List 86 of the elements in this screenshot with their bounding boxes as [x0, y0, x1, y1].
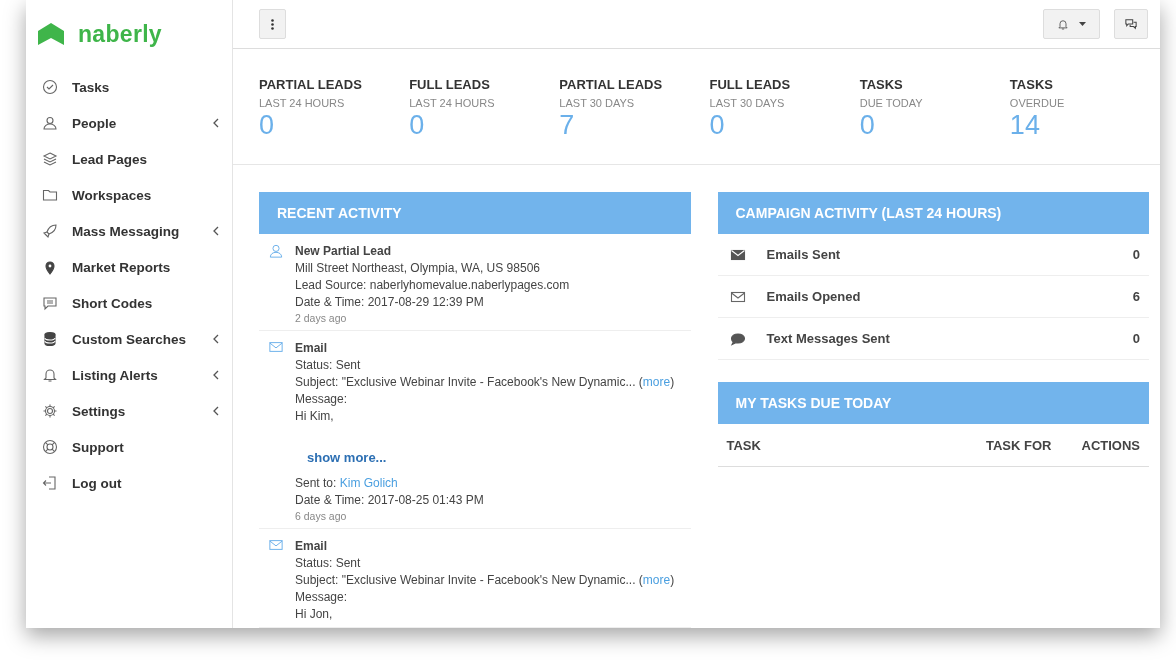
activity-text: Sent to: Kim Golich [295, 476, 399, 490]
sidebar-item[interactable]: Workspaces [26, 177, 232, 213]
activity-text: Subject: "Exclusive Webinar Invite - Facebook's New Dynamic... (more) [295, 375, 675, 389]
stat-title: PARTIAL LEADS [259, 77, 363, 92]
vertical-dots-icon [271, 18, 274, 30]
metric-value: 0 [1132, 247, 1140, 262]
panel-header: RECENT ACTIVITY [259, 192, 691, 234]
stat-subtitle: OVERDUE [1009, 97, 1066, 109]
envelope-icon [269, 341, 283, 353]
metric-value: 0 [1132, 331, 1140, 346]
activity-text: Hi Kim, [295, 409, 335, 423]
stat-subtitle: LAST 30 DAYS [709, 97, 786, 109]
speech-bubble-icon [42, 295, 58, 311]
stat-title: PARTIAL LEADS [559, 77, 664, 92]
activity-text: Lead Source: naberlyhomevalue.naberlypages.com [295, 278, 570, 292]
bell-icon [42, 367, 58, 383]
stat-subtitle: LAST 24 HOURS [409, 97, 496, 109]
person-icon [42, 115, 58, 131]
more-options-button[interactable] [259, 9, 286, 39]
metric-label: Emails Sent [766, 247, 842, 262]
lifebuoy-icon [42, 439, 58, 455]
sidebar-item[interactable]: Tasks [26, 69, 232, 105]
metric-label: Emails Opened [766, 289, 862, 304]
check-circle-icon [42, 79, 58, 95]
stat-title: TASKS [1009, 77, 1054, 92]
metric-value: 6 [1132, 289, 1140, 304]
activity-text: Subject: "Exclusive Webinar Invite - Facebook's New Dynamic... (more) [295, 573, 675, 587]
rocket-icon [42, 223, 58, 239]
sidebar-item[interactable]: Support [26, 429, 232, 465]
caret-icon [1079, 22, 1086, 26]
folder-icon [42, 187, 58, 203]
activity-title: Email [295, 539, 328, 553]
chat-icon [1124, 18, 1138, 30]
sidebar-item[interactable]: Short Codes [26, 285, 232, 321]
logout-icon [42, 475, 58, 491]
stat-title: TASKS [859, 77, 904, 92]
stat-title: FULL LEADS [409, 77, 491, 92]
map-pin-icon [42, 259, 58, 275]
column-header: TASK [726, 437, 762, 453]
stat-value: 0 [259, 110, 276, 141]
sidebar-item[interactable]: Mass Messaging [26, 213, 232, 249]
sidebar-item[interactable]: Lead Pages [26, 141, 232, 177]
sidebar-item[interactable]: Custom Searches [26, 321, 232, 357]
activity-text: Date & Time: 2017-08-29 12:39 PM [295, 295, 485, 309]
bell-icon [1057, 17, 1069, 31]
stat-value: 0 [859, 110, 876, 141]
activity-text: Hi Jon, [295, 607, 334, 621]
stat-subtitle: DUE TODAY [859, 97, 924, 109]
brand-name: naberly [78, 20, 162, 48]
timestamp: 2 days ago [295, 312, 348, 324]
stat-value: 0 [709, 110, 726, 141]
stat-subtitle: LAST 30 DAYS [559, 97, 636, 109]
activity-title: Email [295, 341, 328, 355]
settings-icon [42, 403, 58, 419]
sidebar-item[interactable]: People [26, 105, 232, 141]
sidebar-item[interactable]: Market Reports [26, 249, 232, 285]
logo-icon [38, 23, 64, 45]
activity-text: Message: [295, 590, 349, 604]
activity-text: Mill Street Northeast, Olympia, WA, US 98506 [295, 261, 541, 275]
sidebar-item[interactable]: Log out [26, 465, 232, 501]
stat-value: 7 [559, 110, 576, 141]
activity-text: Message: [295, 392, 349, 406]
chat-button[interactable] [1114, 9, 1148, 39]
notifications-button[interactable] [1043, 9, 1100, 39]
sidebar-item[interactable]: Settings [26, 393, 232, 429]
panel-header: CAMPAIGN ACTIVITY (LAST 24 HOURS) [717, 192, 1149, 234]
stat-value: 14 [1009, 110, 1041, 141]
column-header: ACTIONS [1081, 437, 1140, 453]
layers-icon [42, 151, 58, 167]
database-icon [42, 331, 58, 347]
metric-label: Text Messages Sent [766, 331, 891, 346]
panel-header: MY TASKS DUE TODAY [717, 382, 1149, 424]
activity-text: Status: Sent [295, 556, 362, 570]
activity-title: New Partial Lead [295, 244, 393, 258]
column-header: TASK FOR [985, 437, 1053, 453]
activity-text: Date & Time: 2017-08-25 01:43 PM [295, 493, 485, 507]
show-more-link[interactable]: show more... [307, 450, 675, 465]
envelope-icon [269, 539, 283, 551]
stat-title: FULL LEADS [709, 77, 792, 92]
sidebar-item[interactable]: Listing Alerts [26, 357, 232, 393]
activity-text: Status: Sent [295, 358, 362, 372]
chat-bubble-icon [729, 330, 746, 347]
stat-value: 0 [409, 110, 426, 141]
timestamp: 6 days ago [295, 510, 348, 522]
stat-subtitle: LAST 24 HOURS [259, 97, 346, 109]
person-icon [269, 244, 283, 258]
